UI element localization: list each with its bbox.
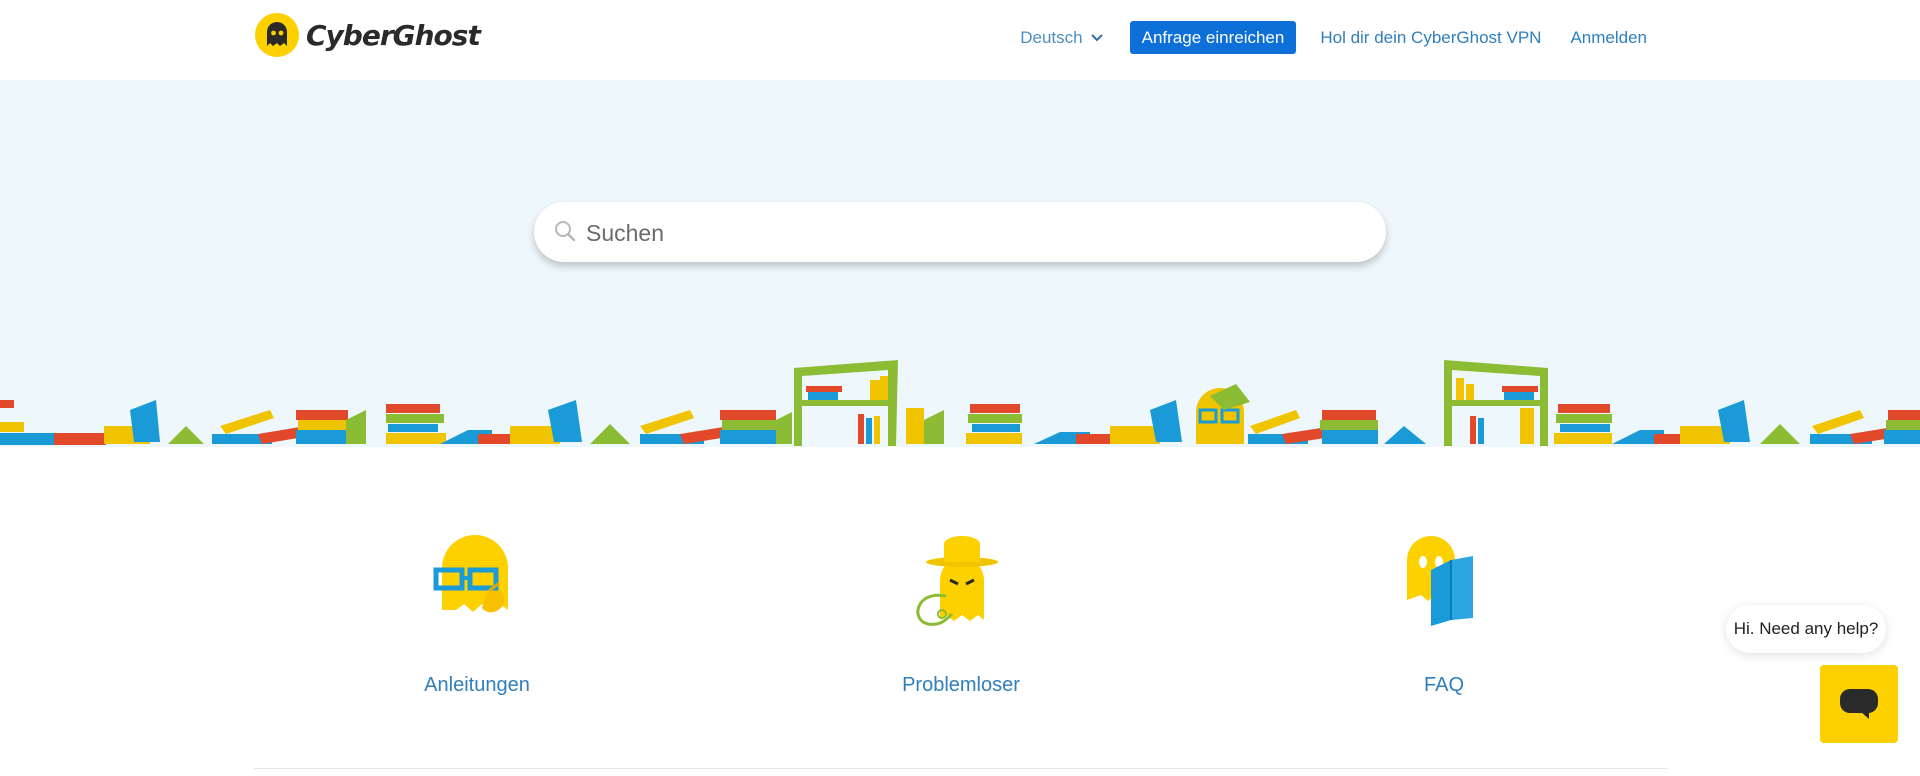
category-label: Anleitungen [424,674,530,696]
ghost-detective-icon [916,536,998,626]
ghost-book-icon [1407,536,1473,626]
books-illustration [0,360,1920,446]
chat-launcher-button[interactable] [1820,665,1898,743]
search-input[interactable] [584,212,1368,254]
chat-icon [1840,689,1878,719]
section-divider [254,768,1668,769]
chat-greeting-bubble[interactable]: Hi. Need any help? [1726,605,1886,653]
language-selector[interactable]: Deutsch [1020,27,1103,48]
category-problemloser[interactable]: Problemloser [831,530,1091,697]
search-icon [555,221,576,242]
top-nav: Deutsch Anfrage einreichen Hol dir dein … [1020,21,1647,54]
category-anleitungen[interactable]: Anleitungen [347,530,607,697]
chat-greeting-text: Hi. Need any help? [1733,619,1879,638]
get-vpn-link[interactable]: Hol dir dein CyberGhost VPN [1320,28,1541,48]
search-bar[interactable] [534,202,1386,262]
ghost-glasses-icon [433,535,508,613]
category-label: Problemloser [902,674,1020,696]
hero-section [0,80,1920,447]
ghost-logo-icon [255,13,299,57]
sign-in-link[interactable]: Anmelden [1570,28,1647,48]
chevron-down-icon [1090,33,1103,41]
site-header: CyberGhost Deutsch Anfrage einreichen Ho… [0,0,1920,80]
brand-name: CyberGhost [306,18,481,52]
submit-request-button[interactable]: Anfrage einreichen [1129,21,1297,54]
brand-logo[interactable]: CyberGhost [254,12,481,58]
category-faq[interactable]: FAQ [1314,530,1574,697]
language-label: Deutsch [1020,27,1083,47]
category-label: FAQ [1423,674,1464,696]
